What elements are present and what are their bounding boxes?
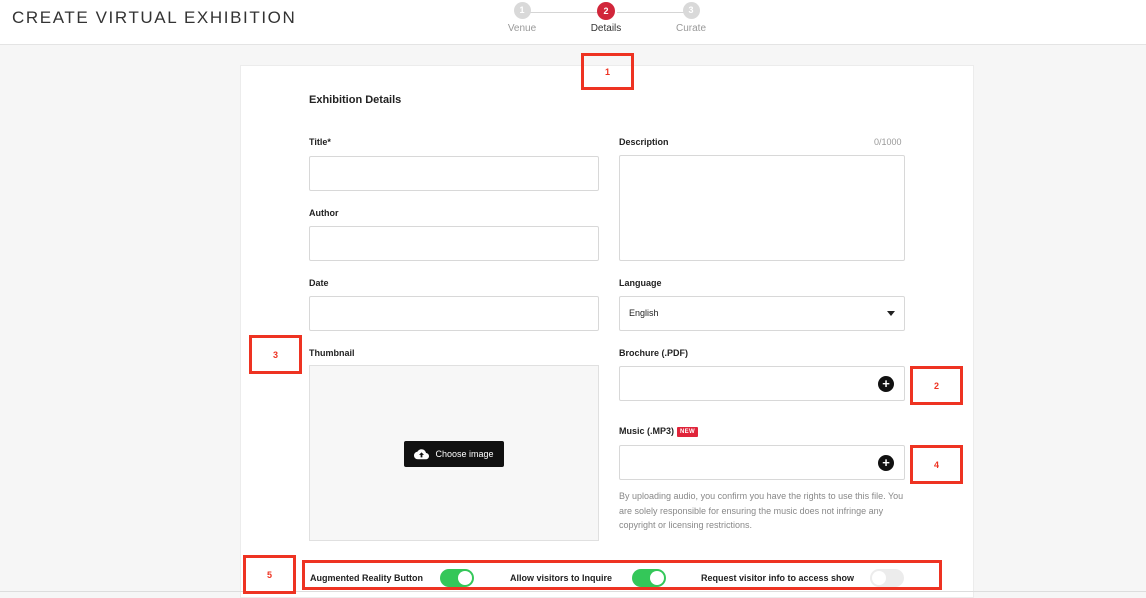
- annotation-2: 2: [910, 366, 963, 405]
- progress-stepper: 1 Venue 2 Details 3 Curate: [500, 2, 720, 42]
- date-input[interactable]: [309, 296, 599, 331]
- description-textarea[interactable]: [619, 155, 905, 261]
- brochure-label: Brochure (.PDF): [619, 348, 689, 358]
- section-title: Exhibition Details: [309, 94, 402, 106]
- step-venue[interactable]: 1 Venue: [492, 2, 552, 34]
- new-badge: NEW: [677, 427, 698, 437]
- bottom-divider: [0, 591, 1146, 592]
- description-char-counter: 0/1000: [874, 137, 902, 147]
- language-selected-value: English: [629, 308, 659, 318]
- language-select[interactable]: English: [619, 296, 905, 331]
- step-label: Details: [590, 23, 622, 34]
- annotation-1: 1: [581, 53, 634, 90]
- language-label: Language: [619, 278, 662, 288]
- annotation-4: 4: [910, 445, 963, 484]
- music-label-row: Music (.MP3) NEW: [619, 426, 698, 437]
- annotation-3: 3: [249, 335, 302, 374]
- choose-image-button[interactable]: Choose image: [404, 441, 504, 467]
- add-brochure-plus-icon[interactable]: +: [878, 376, 894, 392]
- step-curate[interactable]: 3 Curate: [661, 2, 721, 34]
- choose-image-label: Choose image: [435, 449, 494, 459]
- top-bar: CREATE VIRTUAL EXHIBITION 1 Venue 2 Deta…: [0, 0, 1146, 45]
- step-number: 2: [597, 2, 615, 20]
- step-number: 1: [513, 2, 531, 19]
- music-label: Music (.MP3): [619, 426, 675, 436]
- title-label: Title*: [309, 137, 331, 147]
- brochure-upload-field[interactable]: +: [619, 366, 905, 401]
- step-label: Curate: [675, 23, 706, 34]
- cloud-upload-icon: [414, 448, 430, 459]
- step-label: Venue: [507, 23, 537, 34]
- page-title: CREATE VIRTUAL EXHIBITION: [12, 8, 297, 27]
- add-music-plus-icon[interactable]: +: [878, 455, 894, 471]
- step-details[interactable]: 2 Details: [576, 2, 636, 34]
- annotation-toggles-outline: [302, 560, 942, 590]
- description-label: Description: [619, 137, 669, 147]
- thumbnail-label: Thumbnail: [309, 348, 355, 358]
- annotation-5: 5: [243, 555, 296, 594]
- author-label: Author: [309, 208, 339, 218]
- date-label: Date: [309, 278, 329, 288]
- author-input[interactable]: [309, 226, 599, 261]
- music-rights-disclaimer: By uploading audio, you confirm you have…: [619, 491, 904, 530]
- caret-down-icon: [887, 311, 895, 316]
- title-input[interactable]: [309, 156, 599, 191]
- step-number: 3: [682, 2, 700, 19]
- music-upload-field[interactable]: +: [619, 445, 905, 480]
